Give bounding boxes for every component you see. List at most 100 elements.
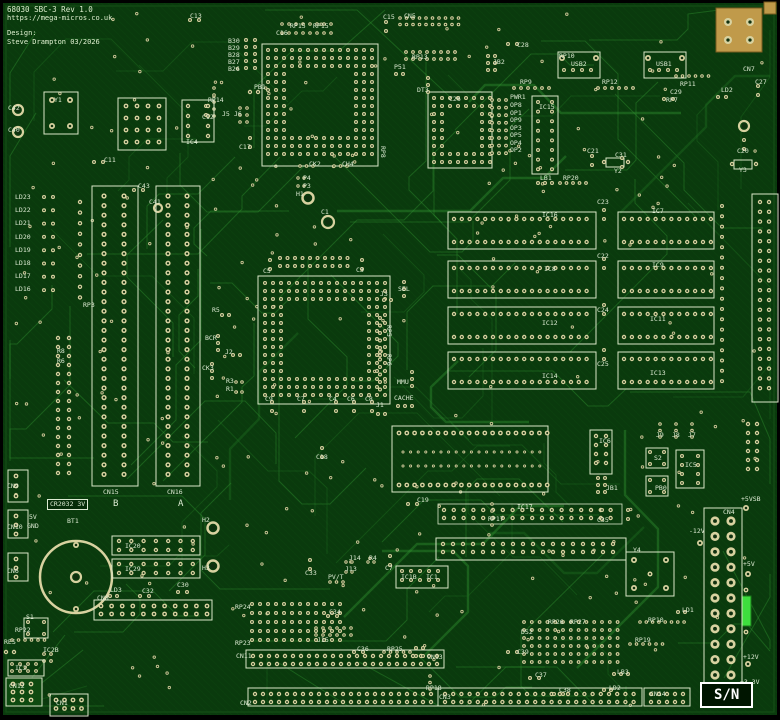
silkscreen-label: RP15 bbox=[313, 23, 329, 30]
silkscreen-label: RP25 bbox=[387, 646, 403, 653]
silkscreen-label: JB1 bbox=[606, 485, 618, 492]
silkscreen-label: RP27 bbox=[570, 619, 586, 626]
silkscreen-label: LD23 bbox=[15, 194, 31, 201]
silkscreen-label: Y4 bbox=[633, 547, 641, 554]
silkscreen-label: C15 bbox=[383, 14, 395, 21]
silkscreen-label: C8 bbox=[365, 396, 373, 403]
silkscreen-label: C43 bbox=[138, 183, 150, 190]
silkscreen-label: IC7 bbox=[652, 208, 664, 215]
silkscreen-label: CN7 bbox=[743, 66, 755, 73]
silkscreen-label: CN9 bbox=[7, 483, 19, 490]
silkscreen-label: RP8 bbox=[380, 146, 387, 158]
silkscreen-label: C30 bbox=[177, 582, 189, 589]
pcb-board: C13RP15RP15C16C15CN5B30B29B28B27B26PB1J5… bbox=[0, 0, 780, 720]
silkscreen-label: J7 bbox=[688, 432, 696, 439]
silkscreen-label: C12 bbox=[202, 114, 214, 121]
silkscreen-label: RP7 bbox=[666, 97, 678, 104]
silkscreen-label: C37 bbox=[535, 672, 547, 679]
silkscreen-label: IC1 bbox=[426, 574, 438, 581]
silkscreen-label: R8 bbox=[57, 348, 65, 355]
silkscreen-label: CACHE bbox=[394, 395, 414, 402]
silkscreen-label: 5V bbox=[29, 514, 37, 521]
silkscreen-label: RP20 bbox=[563, 175, 579, 182]
silkscreen-label: CN1 bbox=[56, 700, 68, 707]
silkscreen-label: RP9 bbox=[520, 79, 532, 86]
silkscreen-label: RP5 bbox=[386, 325, 393, 337]
silkscreen-label: C13 bbox=[190, 13, 202, 20]
design-label: Design: bbox=[7, 29, 112, 37]
silkscreen-label: P51 bbox=[394, 64, 406, 71]
silkscreen-label: IC9 bbox=[652, 262, 664, 269]
silkscreen-label: CN12 bbox=[9, 683, 25, 690]
silkscreen-label: JB2 bbox=[493, 59, 505, 66]
silkscreen-label: C16 bbox=[276, 30, 288, 37]
silkscreen-label: R5 bbox=[212, 307, 220, 314]
title-block: 68030 SBC-3 Rev 1.0 https://mega-micros.… bbox=[7, 5, 112, 46]
silkscreen-label: +12V bbox=[743, 654, 759, 661]
silkscreen-label: S1 bbox=[26, 614, 34, 621]
silkscreen-label: J1 bbox=[376, 402, 384, 409]
silkscreen-label: SEL bbox=[398, 286, 410, 293]
silkscreen-label: C25 bbox=[597, 361, 609, 368]
silkscreen-label: OP5 bbox=[510, 132, 522, 139]
silkscreen-label: LB3 bbox=[617, 669, 629, 676]
silkscreen-label: CK2 bbox=[309, 161, 321, 168]
silkscreen-label: S2 bbox=[654, 455, 662, 462]
silkscreen-label: H2 bbox=[202, 517, 210, 524]
silkscreen-label: CR2032 3V bbox=[47, 499, 88, 510]
silkscreen-label: RP11 bbox=[680, 81, 696, 88]
silkscreen-label: CN13 bbox=[427, 654, 443, 661]
silkscreen-label: P4 bbox=[303, 175, 311, 182]
silkscreen-label: CN10 bbox=[7, 524, 23, 531]
silkscreen-label: C6 bbox=[347, 396, 355, 403]
designer-name: Steve Drampton 03/2026 bbox=[7, 38, 112, 46]
silkscreen-label: RP22 bbox=[15, 627, 31, 634]
silkscreen-label: P3 bbox=[303, 183, 311, 190]
silkscreen-label: LD3 bbox=[110, 587, 122, 594]
silkscreen-label: C1 bbox=[321, 209, 329, 216]
silkscreen-label: DS2 bbox=[521, 629, 533, 636]
silkscreen-label: LD20 bbox=[15, 234, 31, 241]
silkscreen-label: IC13 bbox=[650, 370, 666, 377]
silkscreen-label: R4 bbox=[369, 555, 377, 562]
silkscreen-label: IC20 bbox=[125, 543, 141, 550]
silkscreen-label: C7 bbox=[297, 396, 305, 403]
silkscreen-label: LD18 bbox=[15, 260, 31, 267]
silkscreen-label: CN15 bbox=[103, 489, 119, 496]
silkscreen-label: C32 bbox=[142, 588, 154, 595]
silkscreen-label: PV/T bbox=[328, 574, 344, 581]
silkscreen-layer: C13RP15RP15C16C15CN5B30B29B28B27B26PB1J5… bbox=[0, 0, 780, 720]
silkscreen-label: RP14 bbox=[208, 97, 224, 104]
silkscreen-label: R6 bbox=[57, 358, 65, 365]
silkscreen-label: IC4 bbox=[186, 139, 198, 146]
silkscreen-label: IC14 bbox=[542, 373, 558, 380]
silkscreen-label: C21 bbox=[587, 148, 599, 155]
silkscreen-label: BCR bbox=[205, 335, 217, 342]
silkscreen-label: C41 bbox=[149, 199, 161, 206]
silkscreen-label: +5VSB bbox=[741, 496, 761, 503]
silkscreen-label: R3 bbox=[226, 378, 234, 385]
silkscreen-label: CN2 bbox=[240, 700, 252, 707]
silkscreen-label: IC11 bbox=[650, 316, 666, 323]
silkscreen-label: LD21 bbox=[15, 220, 31, 227]
silkscreen-label: USB1 bbox=[656, 61, 672, 68]
silkscreen-label: CN8 bbox=[97, 595, 109, 602]
silkscreen-label: C22 bbox=[597, 253, 609, 260]
silkscreen-label: RP3 bbox=[83, 302, 95, 309]
silkscreen-label: RP17 bbox=[488, 516, 504, 523]
silkscreen-label: B bbox=[113, 500, 118, 509]
silkscreen-label: C31 bbox=[615, 152, 627, 159]
silkscreen-label: C27 bbox=[755, 79, 767, 86]
silkscreen-label: LB1 bbox=[540, 175, 552, 182]
board-url: https://mega-micros.co.uk bbox=[7, 14, 112, 22]
silkscreen-label: C38 bbox=[559, 687, 571, 694]
silkscreen-label: CN11 bbox=[236, 653, 252, 660]
silkscreen-label: GND bbox=[27, 523, 39, 530]
silkscreen-label: J15 bbox=[317, 637, 329, 644]
silkscreen-label: IC5 bbox=[685, 462, 697, 469]
silkscreen-label: B26 bbox=[228, 66, 240, 73]
silkscreen-label: RP10 bbox=[648, 617, 664, 624]
silkscreen-label: IC15 bbox=[539, 104, 555, 111]
silkscreen-label: C40 bbox=[8, 127, 20, 134]
silkscreen-label: IC2 bbox=[15, 665, 27, 672]
